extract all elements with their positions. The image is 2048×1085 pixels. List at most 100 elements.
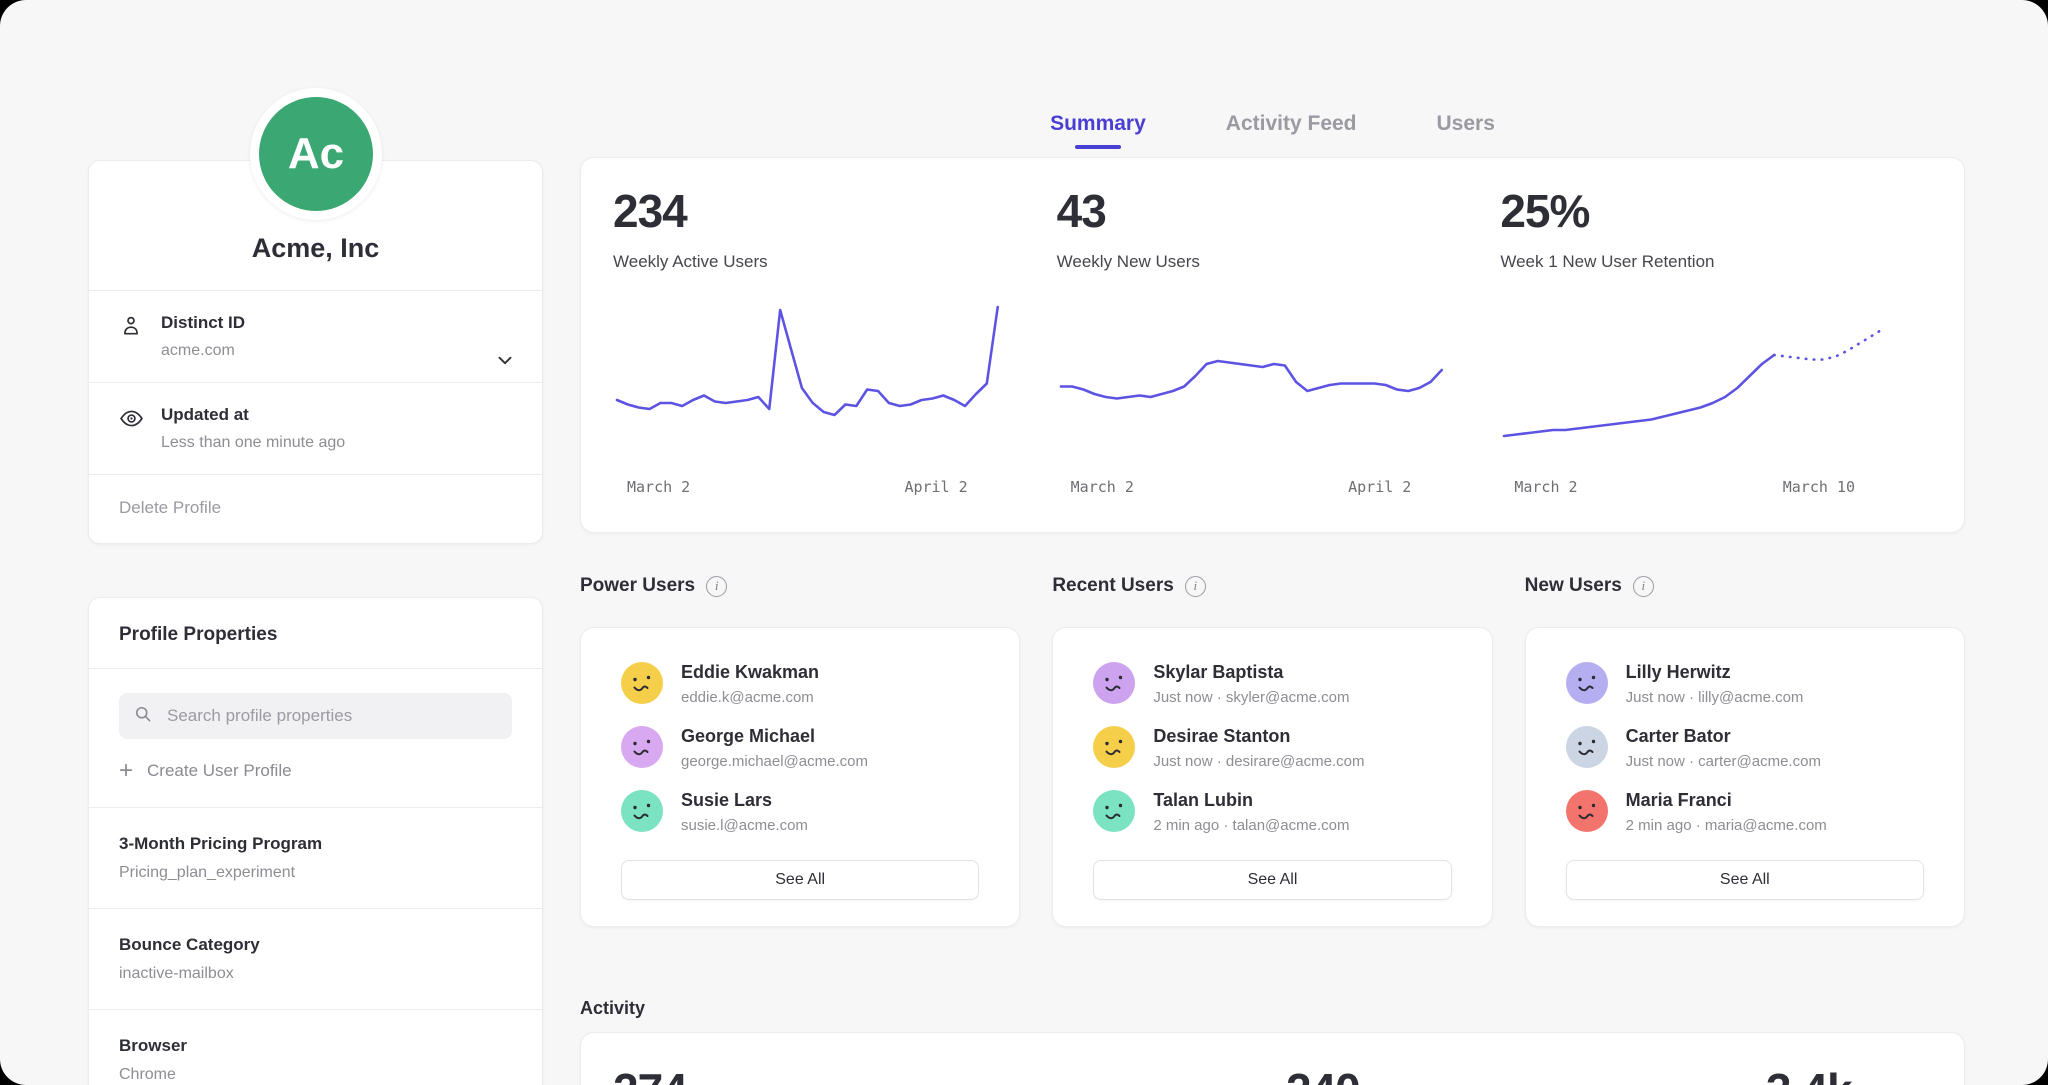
user-name: Maria Franci	[1626, 790, 1827, 811]
user-detail: Just now · desirare@acme.com	[1153, 753, 1364, 770]
user-list-item[interactable]: Carter Bator Just now · carter@acme.com	[1566, 726, 1924, 770]
user-detail: george.michael@acme.com	[681, 753, 868, 770]
tab-activity-feed[interactable]: Activity Feed	[1226, 112, 1357, 149]
user-list-item[interactable]: Desirae Stanton Just now · desirare@acme…	[1093, 726, 1451, 770]
x-tick: March 2	[1514, 478, 1577, 496]
updated-at-texts: Updated at Less than one minute ago	[161, 405, 345, 452]
property-row[interactable]: Bounce Category inactive-mailbox	[89, 908, 542, 1009]
list-title: Recent Users	[1052, 575, 1173, 597]
property-value: Chrome	[119, 1066, 512, 1084]
new-users-header: New Users i	[1525, 575, 1965, 597]
company-avatar-initials: Ac	[288, 129, 344, 179]
info-icon[interactable]: i	[1185, 576, 1206, 597]
recent-users-header: Recent Users i	[1052, 575, 1492, 597]
distinct-id-texts: Distinct ID acme.com	[161, 313, 245, 360]
distinct-id-label: Distinct ID	[161, 313, 245, 333]
user-texts: Talan Lubin 2 min ago · talan@acme.com	[1153, 790, 1349, 834]
user-list-item[interactable]: Maria Franci 2 min ago · maria@acme.com	[1566, 790, 1924, 834]
tab-users[interactable]: Users	[1437, 112, 1495, 149]
distinct-id-value: acme.com	[161, 342, 245, 360]
stat-value: 234	[613, 184, 1002, 238]
user-texts: George Michael george.michael@acme.com	[681, 726, 868, 770]
summary-stats-card: 234 Weekly Active Users March 2 April 2 …	[580, 157, 1965, 533]
property-value: inactive-mailbox	[119, 965, 512, 983]
info-icon[interactable]: i	[706, 576, 727, 597]
eye-icon	[119, 405, 145, 452]
weekly-new-users-sparkline	[1057, 296, 1446, 466]
user-texts: Eddie Kwakman eddie.k@acme.com	[681, 662, 819, 706]
user-name: Lilly Herwitz	[1626, 662, 1804, 683]
profile-tabs: Summary Activity Feed Users	[580, 112, 1965, 149]
user-texts: Skylar Baptista Just now · skyler@acme.c…	[1153, 662, 1349, 706]
stat-label: Weekly New Users	[1057, 252, 1446, 272]
property-value: Pricing_plan_experiment	[119, 864, 512, 882]
weekly-active-users-sparkline	[613, 296, 1002, 466]
x-axis-ticks: March 2 March 10	[1500, 466, 1889, 496]
user-list-item[interactable]: Eddie Kwakman eddie.k@acme.com	[621, 662, 979, 706]
see-all-button[interactable]: See All	[1566, 860, 1924, 900]
user-texts: Susie Lars susie.l@acme.com	[681, 790, 808, 834]
stat-value: 43	[1057, 184, 1446, 238]
user-detail: Just now · skyler@acme.com	[1153, 689, 1349, 706]
user-list-item[interactable]: Skylar Baptista Just now · skyler@acme.c…	[1093, 662, 1451, 706]
delete-profile-button[interactable]: Delete Profile	[89, 475, 542, 543]
distinct-id-row[interactable]: Distinct ID acme.com	[89, 291, 542, 383]
x-tick: March 10	[1783, 478, 1855, 496]
user-name: Desirae Stanton	[1153, 726, 1364, 747]
search-input[interactable]	[165, 705, 498, 727]
user-detail: 2 min ago · maria@acme.com	[1626, 817, 1827, 834]
plus-icon: +	[119, 762, 133, 780]
profile-properties-search[interactable]	[119, 693, 512, 739]
activity-header: Activity	[580, 998, 645, 1019]
chevron-down-icon[interactable]	[494, 349, 516, 371]
user-list-item[interactable]: Talan Lubin 2 min ago · talan@acme.com	[1093, 790, 1451, 834]
power-users-column: Power Users i Eddie Kwakman eddie.k@acme…	[580, 575, 1020, 927]
user-list-item[interactable]: Susie Lars susie.l@acme.com	[621, 790, 979, 834]
recent-users-card: Skylar Baptista Just now · skyler@acme.c…	[1052, 627, 1492, 927]
user-avatar	[1566, 790, 1608, 832]
x-tick: April 2	[904, 478, 967, 496]
property-row[interactable]: Browser Chrome	[89, 1009, 542, 1085]
stat-week1-retention: 25% Week 1 New User Retention March 2 Ma…	[1500, 184, 1944, 532]
list-title: New Users	[1525, 575, 1622, 597]
see-all-button[interactable]: See All	[1093, 860, 1451, 900]
x-tick: April 2	[1348, 478, 1411, 496]
user-name: George Michael	[681, 726, 868, 747]
user-texts: Desirae Stanton Just now · desirare@acme…	[1153, 726, 1364, 770]
user-lists-row: Power Users i Eddie Kwakman eddie.k@acme…	[580, 575, 1965, 927]
x-tick: March 2	[1071, 478, 1134, 496]
user-name: Susie Lars	[681, 790, 808, 811]
user-detail: 2 min ago · talan@acme.com	[1153, 817, 1349, 834]
property-name: Browser	[119, 1036, 512, 1056]
user-list-item[interactable]: George Michael george.michael@acme.com	[621, 726, 979, 770]
user-avatar	[621, 790, 663, 832]
search-icon	[133, 704, 153, 729]
power-users-card: Eddie Kwakman eddie.k@acme.com George Mi…	[580, 627, 1020, 927]
activity-stat-value: 240	[1286, 1063, 1360, 1085]
see-all-button[interactable]: See All	[621, 860, 979, 900]
info-icon[interactable]: i	[1633, 576, 1654, 597]
user-avatar	[1093, 790, 1135, 832]
x-tick: March 2	[627, 478, 690, 496]
list-title: Power Users	[580, 575, 695, 597]
person-icon	[119, 313, 145, 360]
updated-at-value: Less than one minute ago	[161, 434, 345, 452]
create-user-profile-label: Create User Profile	[147, 761, 292, 781]
profile-properties-tools: + Create User Profile	[89, 669, 542, 807]
new-users-column: New Users i Lilly Herwitz Just now · lil…	[1525, 575, 1965, 927]
profile-properties-header: Profile Properties	[89, 598, 542, 669]
tab-summary[interactable]: Summary	[1050, 112, 1146, 149]
user-name: Skylar Baptista	[1153, 662, 1349, 683]
create-user-profile-button[interactable]: + Create User Profile	[119, 761, 512, 781]
recent-users-column: Recent Users i Skylar Baptista Just now …	[1052, 575, 1492, 927]
user-texts: Carter Bator Just now · carter@acme.com	[1626, 726, 1821, 770]
property-row[interactable]: 3-Month Pricing Program Pricing_plan_exp…	[89, 807, 542, 908]
stat-weekly-active-users: 234 Weekly Active Users March 2 April 2	[613, 184, 1057, 532]
activity-card: 274 240 3.4k	[580, 1032, 1965, 1085]
x-axis-ticks: March 2 April 2	[613, 466, 1002, 496]
updated-at-row: Updated at Less than one minute ago	[89, 383, 542, 475]
user-list-item[interactable]: Lilly Herwitz Just now · lilly@acme.com	[1566, 662, 1924, 706]
user-avatar	[1093, 726, 1135, 768]
user-name: Carter Bator	[1626, 726, 1821, 747]
user-avatar	[1093, 662, 1135, 704]
